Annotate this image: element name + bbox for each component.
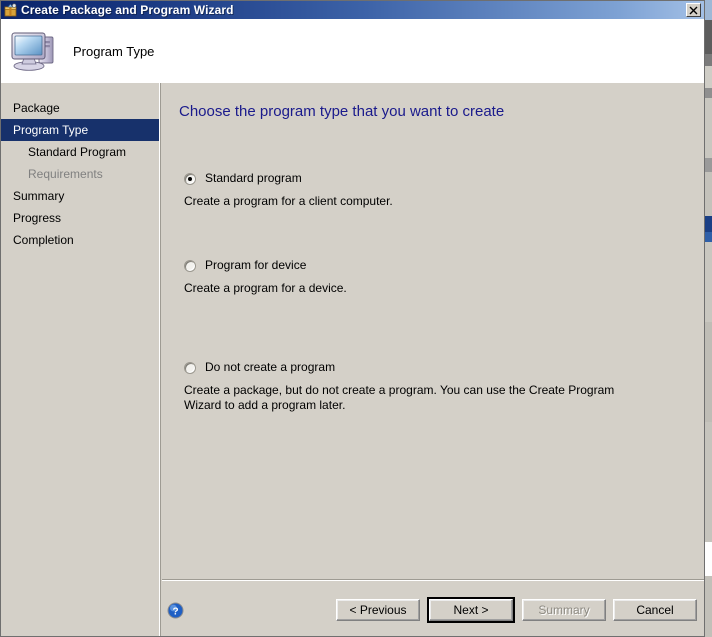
next-button[interactable]: Next > [427,597,515,623]
option-label: Do not create a program [205,360,336,374]
previous-button[interactable]: < Previous [336,599,420,621]
wizard-footer: ? < Previous Next > Summary Cancel [162,581,704,636]
sidebar-item-progress[interactable]: Progress [1,207,159,229]
page-title: Program Type [73,43,155,59]
computer-icon [9,28,59,74]
option-do-not-create-program[interactable]: Do not create a program Create a package… [184,360,684,413]
sidebar-item-summary[interactable]: Summary [1,185,159,207]
option-label: Program for device [205,258,307,272]
close-icon[interactable] [686,3,701,17]
option-description: Create a package, but do not create a pr… [184,383,615,412]
window-title: Create Package and Program Wizard [21,3,234,17]
radio-standard-program[interactable] [184,173,196,185]
option-label: Standard program [205,171,302,185]
wizard-step-nav: Package Program Type Standard Program Re… [1,83,159,636]
option-description: Create a program for a client computer. [184,194,393,208]
content-heading: Choose the program type that you want to… [179,103,505,120]
wizard-header: Program Type [1,19,704,83]
radio-program-for-device[interactable] [184,260,196,272]
sidebar-item-program-type[interactable]: Program Type [1,119,159,141]
summary-button: Summary [522,599,606,621]
svg-text:?: ? [172,606,178,617]
radio-do-not-create-program[interactable] [184,362,196,374]
option-standard-program[interactable]: Standard program Create a program for a … [184,171,684,209]
sidebar-item-standard-program[interactable]: Standard Program [1,141,159,163]
option-description: Create a program for a device. [184,281,347,295]
wizard-window: Create Package and Program Wizard Progra… [0,0,705,637]
sidebar-item-requirements[interactable]: Requirements [1,163,159,185]
next-button-label: Next > [429,599,513,621]
option-program-for-device[interactable]: Program for device Create a program for … [184,258,684,296]
sidebar-item-completion[interactable]: Completion [1,229,159,251]
help-question-icon[interactable]: ? [167,602,184,619]
wizard-package-icon [4,3,18,17]
title-bar: Create Package and Program Wizard [1,1,704,19]
background-desktop-sliver [705,0,712,637]
wizard-content-panel: Choose the program type that you want to… [162,83,704,579]
sidebar-item-package[interactable]: Package [1,97,159,119]
cancel-button[interactable]: Cancel [613,599,697,621]
sidebar-divider [159,83,161,636]
